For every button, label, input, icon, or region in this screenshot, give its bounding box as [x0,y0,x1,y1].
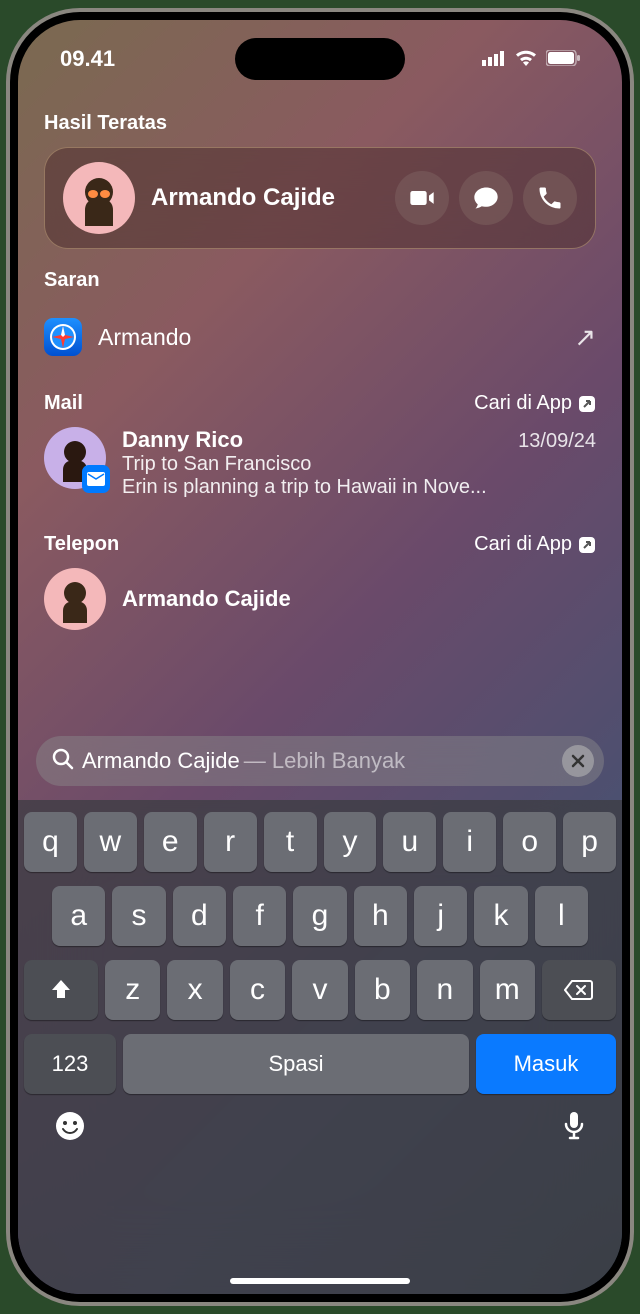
dictation-button[interactable] [562,1110,586,1150]
key-k[interactable]: k [474,886,527,946]
phone-frame: 09.41 Hasil Teratas Armando Cajide [10,12,630,1302]
dynamic-island [235,38,405,80]
clock: 09.41 [60,46,115,72]
key-z[interactable]: z [105,960,160,1020]
suggestions-heading: Saran [44,269,596,292]
home-indicator[interactable] [230,1278,410,1284]
return-key[interactable]: Masuk [476,1034,616,1094]
wifi-icon [514,46,538,72]
keyboard: qwertyuiop asdfghjkl zxcvbnm 123 Spasi M… [18,800,622,1294]
key-b[interactable]: b [355,960,410,1020]
key-v[interactable]: v [292,960,347,1020]
phone-contact-name: Armando Cajide [122,586,291,612]
key-o[interactable]: o [503,812,556,872]
mail-result-row[interactable]: Danny Rico 13/09/24 Trip to San Francisc… [44,415,596,511]
key-p[interactable]: p [563,812,616,872]
phone-contact-avatar [44,568,106,630]
contact-avatar [63,162,135,234]
key-d[interactable]: d [173,886,226,946]
mail-subject: Trip to San Francisco [122,453,596,476]
key-u[interactable]: u [383,812,436,872]
space-key[interactable]: Spasi [123,1034,469,1094]
key-x[interactable]: x [167,960,222,1020]
key-s[interactable]: s [112,886,165,946]
shift-key[interactable] [24,960,98,1020]
phone-call-button[interactable] [523,171,577,225]
mail-sender-name: Danny Rico [122,427,243,453]
top-hits-heading: Hasil Teratas [44,112,596,135]
key-h[interactable]: h [354,886,407,946]
numbers-key[interactable]: 123 [24,1034,116,1094]
key-q[interactable]: q [24,812,77,872]
search-more-hint: — Lebih Banyak [244,748,562,774]
mail-date: 13/09/24 [518,430,596,453]
key-f[interactable]: f [233,886,286,946]
battery-icon [546,46,580,72]
search-results: Hasil Teratas Armando Cajide [18,80,622,754]
facetime-video-button[interactable] [395,171,449,225]
contact-name: Armando Cajide [151,184,395,212]
suggestion-text: Armando [98,324,574,351]
key-n[interactable]: n [417,960,472,1020]
external-link-icon [578,536,596,554]
key-m[interactable]: m [480,960,535,1020]
key-j[interactable]: j [414,886,467,946]
search-in-phone-link[interactable]: Cari di App [474,533,596,556]
search-field[interactable]: Armando Cajide — Lebih Banyak [36,736,604,786]
cellular-signal-icon [482,46,506,72]
key-t[interactable]: t [264,812,317,872]
clear-search-button[interactable] [562,745,594,777]
search-icon [52,748,74,775]
messages-button[interactable] [459,171,513,225]
external-link-icon [578,395,596,413]
key-g[interactable]: g [293,886,346,946]
backspace-key[interactable] [542,960,616,1020]
safari-app-icon [44,318,82,356]
open-arrow-icon: ↗ [574,322,596,353]
mail-app-badge-icon [82,465,110,493]
key-w[interactable]: w [84,812,137,872]
phone-section-heading: Telepon [44,533,119,556]
search-query-text: Armando Cajide [82,748,240,774]
top-hit-contact-card[interactable]: Armando Cajide [44,147,596,249]
key-r[interactable]: r [204,812,257,872]
mail-preview: Erin is planning a trip to Hawaii in Nov… [122,476,596,499]
key-i[interactable]: i [443,812,496,872]
key-e[interactable]: e [144,812,197,872]
key-y[interactable]: y [324,812,377,872]
key-c[interactable]: c [230,960,285,1020]
mail-section-heading: Mail [44,392,83,415]
safari-suggestion-row[interactable]: Armando ↗ [44,304,596,370]
phone-result-row[interactable]: Armando Cajide [44,556,596,642]
emoji-button[interactable] [54,1110,86,1150]
key-a[interactable]: a [52,886,105,946]
search-in-mail-link[interactable]: Cari di App [474,392,596,415]
key-l[interactable]: l [535,886,588,946]
screen: 09.41 Hasil Teratas Armando Cajide [18,20,622,1294]
